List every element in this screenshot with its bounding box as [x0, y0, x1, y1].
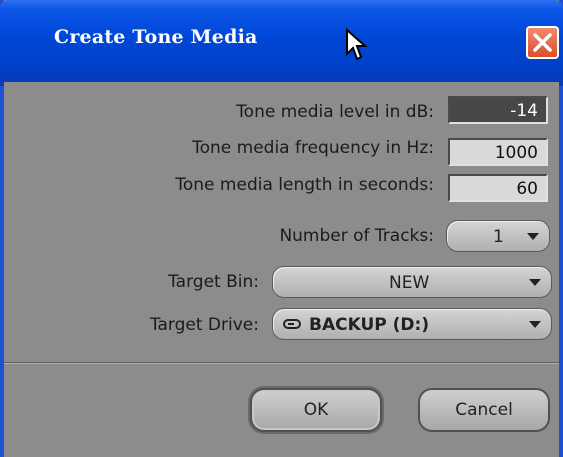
target-bin-label: Target Bin: — [168, 272, 259, 292]
create-tone-media-dialog: Create Tone Media Tone media level in dB… — [0, 0, 563, 457]
tracks-label: Number of Tracks: — [279, 226, 434, 246]
level-label: Tone media level in dB: — [236, 102, 434, 122]
frequency-input[interactable]: 1000 — [448, 138, 548, 166]
close-icon — [533, 33, 552, 52]
frequency-label: Tone media frequency in Hz: — [192, 138, 434, 158]
tracks-dropdown[interactable]: 1 — [446, 220, 550, 252]
ok-button[interactable]: OK — [250, 388, 382, 432]
close-button[interactable] — [526, 26, 559, 59]
drive-icon — [283, 319, 301, 329]
target-bin-value: NEW — [389, 273, 430, 293]
divider — [4, 362, 559, 364]
target-drive-label: Target Drive: — [149, 315, 259, 335]
cancel-button[interactable]: Cancel — [418, 388, 550, 432]
window-title: Create Tone Media — [54, 26, 258, 48]
target-drive-dropdown[interactable]: BACKUP (D:) — [272, 308, 552, 340]
mouse-pointer-icon — [345, 27, 368, 66]
tracks-value: 1 — [493, 227, 504, 247]
chevron-down-icon — [529, 279, 541, 286]
chevron-down-icon — [529, 321, 541, 328]
title-bar[interactable]: Create Tone Media — [0, 0, 563, 86]
chevron-down-icon — [527, 233, 539, 240]
target-drive-value: BACKUP (D:) — [309, 315, 430, 335]
length-label: Tone media length in seconds: — [175, 175, 434, 195]
level-input[interactable]: -14 — [448, 96, 548, 124]
target-bin-dropdown[interactable]: NEW — [272, 266, 552, 298]
length-input[interactable]: 60 — [448, 174, 548, 202]
